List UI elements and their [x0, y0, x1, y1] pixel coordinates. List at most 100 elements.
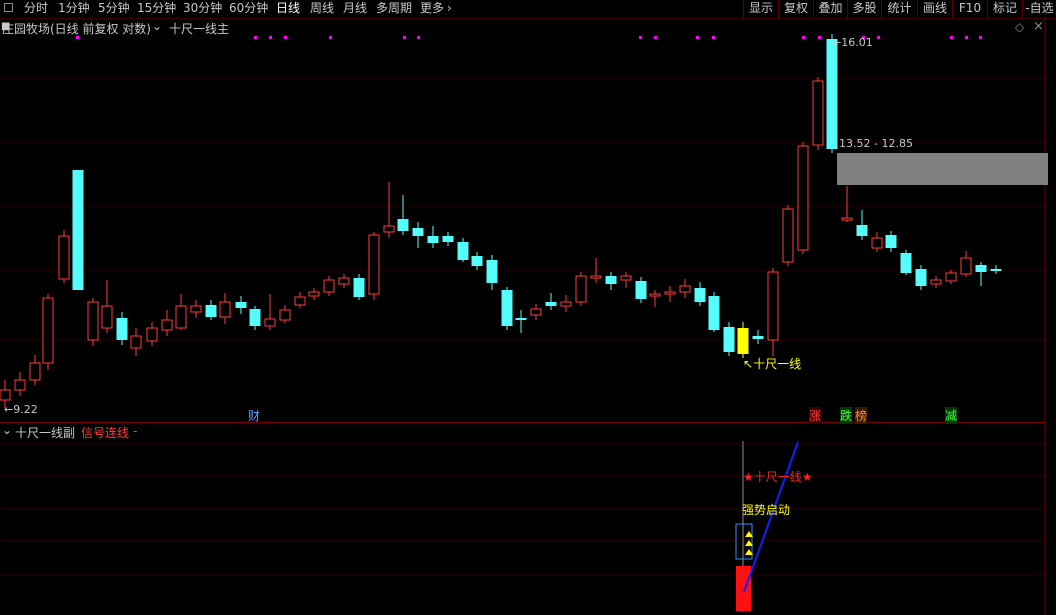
kline-chart-canvas[interactable]: [0, 0, 1056, 615]
candlestick[interactable]: [885, 231, 897, 252]
candlestick[interactable]: [752, 330, 764, 344]
candlestick[interactable]: [575, 272, 587, 306]
signal-dot: [654, 36, 657, 39]
candlestick[interactable]: [635, 277, 647, 303]
candlestick[interactable]: [383, 182, 395, 238]
candlestick[interactable]: [975, 262, 987, 286]
signal-dot: [950, 36, 953, 39]
candlestick[interactable]: [338, 274, 350, 288]
indicator-dropdown-icon[interactable]: ⌄: [152, 19, 162, 33]
candlestick[interactable]: [620, 272, 632, 288]
candlestick[interactable]: [664, 286, 676, 302]
signal-dot: [818, 36, 821, 39]
candlestick[interactable]: [737, 322, 749, 358]
candlestick[interactable]: [205, 300, 217, 320]
candlestick[interactable]: [900, 250, 912, 275]
candlestick[interactable]: [397, 195, 409, 235]
candlestick[interactable]: [471, 252, 483, 270]
candlestick[interactable]: [708, 292, 720, 332]
candlestick[interactable]: [219, 293, 231, 324]
candlestick[interactable]: [679, 279, 691, 298]
signal-dot: [269, 36, 272, 39]
candlestick[interactable]: [190, 300, 202, 318]
strong-start-label: 强势启动: [742, 503, 791, 517]
candlestick[interactable]: [368, 232, 380, 300]
candlestick[interactable]: [649, 290, 661, 307]
event-tag-billboard[interactable]: 榜: [855, 407, 868, 424]
candlestick[interactable]: [14, 372, 26, 396]
candlestick[interactable]: [353, 274, 365, 300]
candlestick[interactable]: [915, 265, 927, 290]
signal-dot: [802, 36, 805, 39]
candlestick[interactable]: [72, 170, 84, 290]
signal-label-text: 十尺一线: [753, 357, 802, 371]
candlestick[interactable]: [308, 288, 320, 300]
panel-close-icon[interactable]: ×: [1033, 19, 1044, 34]
candlestick[interactable]: [960, 251, 972, 277]
candlestick[interactable]: [871, 232, 883, 252]
candlestick[interactable]: [530, 304, 542, 320]
signal-dot: [696, 36, 699, 39]
signal-dot: [254, 36, 257, 39]
candlestick[interactable]: [264, 294, 276, 330]
candlestick[interactable]: [42, 294, 54, 370]
candlestick[interactable]: [175, 294, 187, 330]
signal-dot: [712, 36, 715, 39]
signal-dot: [979, 36, 982, 39]
candlestick[interactable]: [930, 276, 942, 288]
candlestick[interactable]: [560, 295, 572, 312]
signal-dot: [877, 36, 880, 39]
candlestick[interactable]: [501, 287, 513, 330]
event-tag-limit-down[interactable]: 跌: [840, 407, 853, 424]
candlestick[interactable]: [605, 272, 617, 290]
candlestick[interactable]: [486, 255, 498, 290]
candlestick[interactable]: [797, 142, 809, 254]
candlestick[interactable]: [58, 230, 70, 283]
candlestick[interactable]: [723, 322, 735, 356]
sub-indicator-dropdown-icon[interactable]: ⌄: [2, 423, 12, 437]
candlestick[interactable]: [841, 186, 853, 222]
candlestick[interactable]: [87, 298, 99, 346]
candlestick[interactable]: [782, 205, 794, 266]
candlestick[interactable]: [412, 222, 424, 248]
candlestick[interactable]: [161, 310, 173, 336]
signal-arrow-label: ↖十尺一线: [743, 357, 802, 371]
signal-volume-bar: [736, 566, 751, 611]
low-price-label: ←9.22: [4, 403, 38, 416]
candlestick[interactable]: [146, 322, 158, 346]
event-tag-finance[interactable]: 财: [248, 407, 260, 424]
candlestick[interactable]: [279, 305, 291, 323]
candlestick[interactable]: [515, 310, 527, 333]
candlestick[interactable]: [29, 355, 41, 385]
sub-indicator-name[interactable]: 十尺一线副: [15, 424, 75, 441]
candlestick[interactable]: [323, 276, 335, 296]
candlestick[interactable]: [767, 268, 779, 356]
candlestick[interactable]: [249, 306, 261, 330]
candlestick[interactable]: [694, 282, 706, 306]
sub-signal-text: 信号连线: [81, 426, 130, 440]
candlestick[interactable]: [130, 328, 142, 356]
star-signal-label: ★十尺一线★: [743, 470, 813, 484]
signal-dot: [284, 36, 287, 39]
candlestick[interactable]: [856, 210, 868, 240]
candlestick[interactable]: [235, 296, 247, 314]
candlestick[interactable]: [294, 292, 306, 308]
candlestick[interactable]: [457, 238, 469, 262]
candlestick[interactable]: [826, 34, 838, 153]
panel-config-icon[interactable]: ◇: [1015, 20, 1024, 34]
candlestick[interactable]: [116, 312, 128, 345]
main-indicator-name[interactable]: 十尺一线主: [169, 20, 229, 37]
candlestick[interactable]: [990, 265, 1002, 274]
candlestick[interactable]: [442, 232, 454, 246]
candlestick[interactable]: [812, 77, 824, 150]
resistance-zone: [837, 153, 1048, 185]
event-tag-limit-up[interactable]: 涨: [809, 407, 822, 424]
signal-dot: [417, 36, 420, 39]
candlestick[interactable]: [545, 293, 557, 310]
candlestick[interactable]: [427, 226, 439, 248]
signal-dot: [403, 36, 406, 39]
candlestick[interactable]: [101, 280, 113, 333]
event-tag-reduce[interactable]: 减: [945, 407, 958, 424]
signal-dot: [639, 36, 642, 39]
candlestick[interactable]: [945, 270, 957, 284]
